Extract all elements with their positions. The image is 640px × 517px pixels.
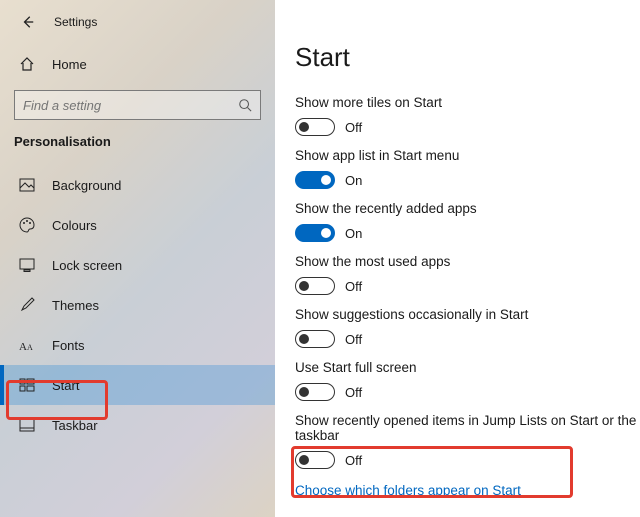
search-input[interactable] [23,98,238,113]
search-icon [238,98,252,112]
page-title: Start [295,42,640,73]
sidebar-category: Personalisation [0,134,275,159]
arrow-left-icon [21,15,35,29]
sidebar-item-colours[interactable]: Colours [0,205,275,245]
setting-app-list: Show app list in Start menu On [295,148,640,189]
setting-label: Show the most used apps [295,254,640,269]
palette-icon [18,217,36,233]
setting-suggestions: Show suggestions occasionally in Start O… [295,307,640,348]
home-icon [18,56,36,72]
lock-screen-icon [18,258,36,272]
picture-icon [18,178,36,192]
sidebar-item-taskbar[interactable]: Taskbar [0,405,275,445]
taskbar-icon [18,418,36,432]
window-title: Settings [54,15,97,29]
toggle-state: On [345,226,362,241]
sidebar-home[interactable]: Home [0,46,275,82]
sidebar-item-themes[interactable]: Themes [0,285,275,325]
toggle-app-list[interactable] [295,171,335,189]
sidebar-item-background[interactable]: Background [0,165,275,205]
svg-text:A: A [27,343,33,352]
toggle-state: On [345,173,362,188]
setting-more-tiles: Show more tiles on Start Off [295,95,640,136]
toggle-recent-items[interactable] [295,451,335,469]
setting-recently-added: Show the recently added apps On [295,201,640,242]
sidebar-item-label: Start [52,378,79,393]
start-icon [18,378,36,392]
sidebar: Settings Home Personalisation Background… [0,0,275,517]
sidebar-item-fonts[interactable]: AA Fonts [0,325,275,365]
toggle-more-tiles[interactable] [295,118,335,136]
setting-most-used: Show the most used apps Off [295,254,640,295]
setting-full-screen: Use Start full screen Off [295,360,640,401]
main-panel: Start Show more tiles on Start Off Show … [275,0,640,517]
link-choose-folders[interactable]: Choose which folders appear on Start [295,483,521,498]
toggle-state: Off [345,453,362,468]
sidebar-home-label: Home [52,57,87,72]
setting-label: Show app list in Start menu [295,148,640,163]
sidebar-item-start[interactable]: Start [0,365,275,405]
toggle-suggestions[interactable] [295,330,335,348]
svg-text:A: A [19,341,27,352]
setting-label: Show the recently added apps [295,201,640,216]
toggle-full-screen[interactable] [295,383,335,401]
sidebar-item-label: Background [52,178,121,193]
sidebar-item-lock-screen[interactable]: Lock screen [0,245,275,285]
toggle-most-used[interactable] [295,277,335,295]
sidebar-item-label: Fonts [52,338,85,353]
setting-label: Show recently opened items in Jump Lists… [295,413,640,443]
toggle-state: Off [345,385,362,400]
sidebar-item-label: Colours [52,218,97,233]
setting-label: Show more tiles on Start [295,95,640,110]
setting-recent-items: Show recently opened items in Jump Lists… [295,413,640,469]
back-button[interactable] [18,12,38,32]
brush-icon [18,297,36,313]
search-box[interactable] [14,90,261,120]
toggle-state: Off [345,279,362,294]
setting-label: Use Start full screen [295,360,640,375]
toggle-recently-added[interactable] [295,224,335,242]
sidebar-item-label: Themes [52,298,99,313]
sidebar-item-label: Lock screen [52,258,122,273]
setting-label: Show suggestions occasionally in Start [295,307,640,322]
toggle-state: Off [345,332,362,347]
font-icon: AA [18,338,36,352]
toggle-state: Off [345,120,362,135]
sidebar-item-label: Taskbar [52,418,98,433]
sidebar-list: Background Colours Lock screen Themes AA… [0,165,275,445]
